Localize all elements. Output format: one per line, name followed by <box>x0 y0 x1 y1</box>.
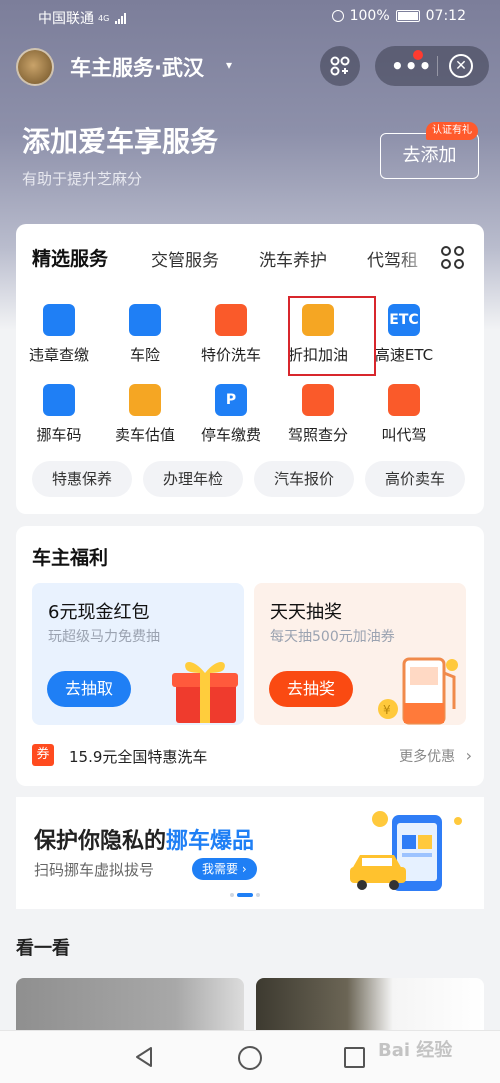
coupon-row[interactable]: 券 15.9元全国特惠洗车 更多优惠 › <box>32 744 472 768</box>
coupon-icon: 券 <box>32 744 54 766</box>
signal-icon <box>115 12 127 24</box>
mini-program-capsule: ••• ✕ <box>375 46 489 86</box>
daily-lottery-card[interactable]: 天天抽奖 每天抽500元加油券 去抽奖 ¥ <box>254 583 466 725</box>
promo-subtitle: 每天抽500元加油券 <box>270 629 395 645</box>
service-item[interactable]: 车险 <box>102 304 188 365</box>
draw-button[interactable]: 去抽取 <box>47 671 132 707</box>
notification-dot <box>413 50 423 60</box>
pill-maintenance[interactable]: 特惠保养 <box>32 461 132 497</box>
service-label: 车险 <box>129 346 160 364</box>
etc-icon: ETC <box>388 304 420 336</box>
gift-box-icon <box>172 662 238 723</box>
pill-annual-inspection[interactable]: 办理年检 <box>143 461 243 497</box>
service-tabs: 精选服务 交管服务 洗车养护 代驾租 <box>16 224 484 288</box>
recent-apps-icon[interactable] <box>344 1047 365 1068</box>
banner-subtitle: 扫码挪车虚拟拔号 <box>34 861 155 879</box>
tab-carwash[interactable]: 洗车养护 <box>259 246 327 271</box>
tab-featured[interactable]: 精选服务 <box>32 244 108 271</box>
capsule-divider <box>437 56 438 76</box>
pill-sell-car[interactable]: 高价卖车 <box>365 461 465 497</box>
need-it-button[interactable]: 我需要 › <box>192 858 257 880</box>
more-deals-label: 更多优惠 <box>399 749 456 765</box>
promo-title: 天天抽奖 <box>270 602 342 623</box>
page-title[interactable]: 车主服务·武汉 <box>70 52 204 82</box>
service-item[interactable]: P 停车缴费 <box>188 384 274 445</box>
service-label: 停车缴费 <box>200 426 261 444</box>
shield-check-icon <box>129 304 161 336</box>
tab-traffic[interactable]: 交管服务 <box>151 246 219 271</box>
fuel-station-icon: ¥ <box>378 657 458 725</box>
violation-icon <box>43 304 75 336</box>
battery-icon <box>395 10 420 22</box>
chevron-right-icon: › <box>241 862 247 876</box>
more-deals-link[interactable]: 更多优惠 › <box>399 746 472 766</box>
service-label: 卖车估值 <box>114 426 175 444</box>
scan-icon <box>330 56 350 76</box>
service-label: 违章查缴 <box>28 346 89 364</box>
watermark: Bai 经验 <box>378 1040 453 1061</box>
promo-subtitle: 玩超级马力免费抽 <box>48 629 160 645</box>
service-item[interactable]: 违章查缴 <box>16 304 102 365</box>
banner-title: 保护你隐私的挪车爆品 <box>34 823 254 855</box>
home-icon[interactable] <box>238 1046 262 1070</box>
service-item[interactable]: 卖车估值 <box>102 384 188 445</box>
services-card: 精选服务 交管服务 洗车养护 代驾租 违章查缴 车险 特价洗车 折扣加油 ETC 高速ET… <box>16 224 484 514</box>
coupon-text: 15.9元全国特惠洗车 <box>69 748 208 766</box>
feed-thumbnail[interactable] <box>256 978 484 1030</box>
alarm-icon <box>331 10 344 22</box>
avatar[interactable] <box>16 48 54 86</box>
banner-title-highlight: 挪车爆品 <box>166 829 255 854</box>
carrier-name: 中国联通 <box>38 11 94 27</box>
back-icon[interactable] <box>134 1046 154 1068</box>
highlight-box <box>288 296 376 376</box>
chevron-down-icon[interactable]: ▾ <box>226 58 232 72</box>
promo-title: 6元现金红包 <box>48 602 150 623</box>
qr-car-icon <box>43 384 75 416</box>
network-type: 4G <box>98 13 110 23</box>
scan-button[interactable] <box>320 46 360 86</box>
service-item[interactable]: 挪车码 <box>16 384 102 445</box>
carrier-info: 中国联通 4G <box>38 8 127 28</box>
section-look-title: 看一看 <box>16 938 70 959</box>
service-item[interactable]: 特价洗车 <box>188 304 274 365</box>
driver-icon <box>388 384 420 416</box>
service-label: 特价洗车 <box>200 346 261 364</box>
parking-icon: P <box>215 384 247 416</box>
service-item[interactable]: 驾照查分 <box>275 384 361 445</box>
hero-subtitle: 有助于提升芝麻分 <box>22 170 143 188</box>
phone-car-illustration <box>350 811 462 891</box>
banner-pagination <box>230 893 260 897</box>
car-wash-icon <box>215 304 247 336</box>
status-bar: 中国联通 4G 100% 07:12 <box>0 0 500 34</box>
welfare-title: 车主福利 <box>32 547 109 569</box>
close-icon[interactable]: ✕ <box>449 54 473 78</box>
all-services-icon[interactable] <box>441 246 465 270</box>
move-car-banner[interactable]: 保护你隐私的挪车爆品 扫码挪车虚拟拔号 我需要 › <box>16 797 484 909</box>
hero-title: 添加爱车享服务 <box>22 125 219 158</box>
tab-fade <box>396 238 436 278</box>
lottery-button[interactable]: 去抽奖 <box>269 671 354 707</box>
service-label: 驾照查分 <box>287 426 348 444</box>
calculator-icon <box>129 384 161 416</box>
battery-percent: 100% <box>349 8 390 24</box>
banner-title-prefix: 保护你隐私的 <box>34 829 167 854</box>
welfare-card: 车主福利 6元现金红包 玩超级马力免费抽 去抽取 天天抽奖 每天抽500元加油券… <box>16 526 484 786</box>
verified-gift-badge: 认证有礼 <box>426 122 478 140</box>
pill-car-price[interactable]: 汽车报价 <box>254 461 354 497</box>
need-it-label: 我需要 <box>202 862 239 876</box>
chevron-right-icon: › <box>465 746 472 765</box>
service-label: 叫代驾 <box>381 426 427 444</box>
feed-thumbnail[interactable] <box>16 978 244 1030</box>
status-right: 100% 07:12 <box>331 8 466 24</box>
more-icon[interactable]: ••• <box>391 54 432 78</box>
license-search-icon <box>302 384 334 416</box>
service-item[interactable]: 叫代驾 <box>361 384 447 445</box>
clock: 07:12 <box>425 8 466 24</box>
svg-text:¥: ¥ <box>383 703 391 717</box>
service-label: 挪车码 <box>36 426 82 444</box>
red-packet-card[interactable]: 6元现金红包 玩超级马力免费抽 去抽取 <box>32 583 244 725</box>
